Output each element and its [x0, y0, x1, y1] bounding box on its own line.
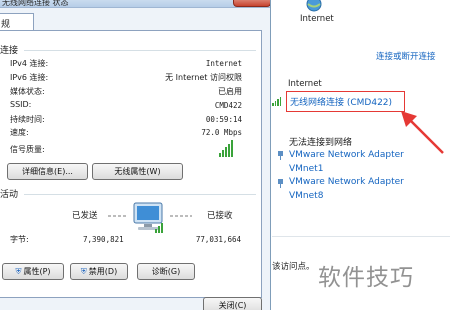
close-button[interactable]: 关闭(C)	[203, 297, 262, 310]
duration-label: 持续时间:	[10, 115, 45, 124]
partial-access-text: 该访问点。	[272, 262, 315, 272]
diagnose-button[interactable]: 诊断(G)	[137, 263, 195, 280]
dialog-title: 无线网络连接 状态	[2, 0, 69, 7]
ipv6-label: IPv6 连接:	[10, 73, 49, 82]
details-button[interactable]: 详细信息(E)...	[7, 163, 88, 180]
internet-top-label: Internet	[300, 14, 334, 24]
status-dialog: 无线网络连接 状态 规 连接 IPv4 连接: Internet IPv6 连接…	[0, 0, 271, 310]
ssid-value: CMD422	[214, 101, 242, 110]
sent-label: 已发送	[72, 211, 98, 221]
signal-strength-icon	[272, 97, 281, 106]
connect-disconnect-link[interactable]: 连接或断开连接	[376, 50, 436, 62]
ipv4-value: Internet	[205, 59, 242, 68]
media-state-value: 已启用	[218, 87, 242, 96]
shield-icon: ⛨	[80, 266, 87, 276]
vmnet1-adapter-link[interactable]: VMware Network Adapter	[289, 150, 404, 160]
ipv4-label: IPv4 连接:	[10, 59, 49, 68]
active-network-link[interactable]: 无线网络连接 (CMD422)	[290, 95, 392, 108]
shield-icon: ⛨	[15, 266, 22, 276]
properties-button[interactable]: ⛨ 属性(P)	[2, 263, 64, 280]
duration-value: 00:59:14	[205, 115, 242, 124]
signal-strength-icon	[219, 139, 233, 157]
vmnet1-sub-label[interactable]: VMnet1	[289, 164, 323, 174]
speed-label: 速度:	[10, 128, 29, 137]
dialog-titlebar: 无线网络连接 状态	[0, 0, 270, 8]
tab-general-label: 规	[1, 20, 11, 30]
vmnet8-sub-label[interactable]: VMnet8	[289, 191, 323, 201]
connection-group-title: 连接	[0, 46, 19, 56]
diagnose-button-label: 诊断(G)	[151, 267, 181, 276]
activity-group-line	[24, 194, 256, 195]
speed-value: 72.0 Mbps	[201, 128, 242, 137]
connection-group-line	[24, 50, 256, 51]
ipv6-value: 无 Internet 访问权限	[165, 73, 242, 82]
bytes-sent-value: 7,390,821	[83, 235, 124, 244]
bytes-received-value: 77,031,664	[195, 235, 241, 244]
bytes-label: 字节:	[10, 235, 29, 244]
activity-group-title: 活动	[0, 190, 19, 200]
tab-general[interactable]: 规	[0, 13, 34, 31]
red-arrow-annotation	[401, 111, 444, 154]
wireless-properties-label: 无线属性(W)	[114, 167, 161, 176]
properties-button-label: 属性(P)	[23, 267, 51, 276]
wireless-properties-button[interactable]: 无线属性(W)	[92, 163, 183, 180]
signal-quality-label: 信号质量:	[10, 145, 45, 154]
network-adapter-icon	[278, 151, 283, 160]
globe-icon	[306, 0, 322, 12]
network-activity-icon	[108, 202, 192, 233]
ssid-label: SSID:	[10, 100, 32, 109]
network-adapter-icon	[278, 179, 283, 188]
close-window-button[interactable]	[233, 0, 270, 7]
general-panel: 连接 IPv4 连接: Internet IPv6 连接: 无 Internet…	[0, 30, 262, 298]
divider	[272, 236, 450, 237]
media-state-label: 媒体状态:	[10, 87, 45, 96]
received-label: 已接收	[207, 211, 233, 221]
vmnet8-adapter-link[interactable]: VMware Network Adapter	[289, 177, 404, 187]
disable-button-label: 禁用(D)	[88, 267, 118, 276]
watermark: 软件技巧	[318, 265, 414, 291]
close-button-label: 关闭(C)	[218, 301, 247, 310]
disable-button[interactable]: ⛨ 禁用(D)	[70, 263, 128, 280]
no-network-section-label: 无法连接到网络	[289, 138, 353, 148]
details-button-label: 详细信息(E)...	[22, 167, 73, 176]
internet-section-label: Internet	[288, 79, 322, 89]
